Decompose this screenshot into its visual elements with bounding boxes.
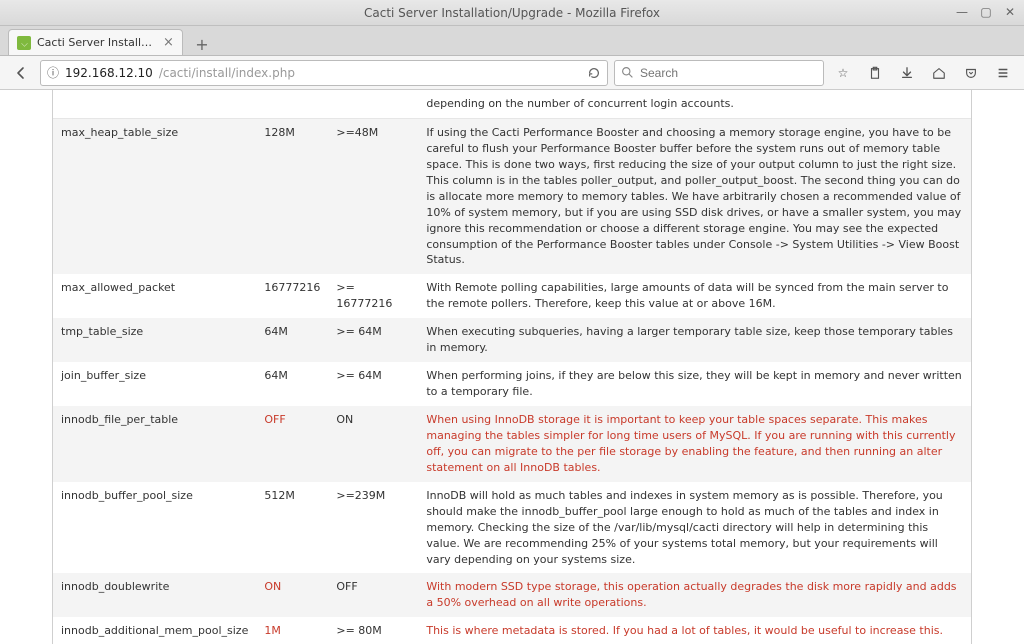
table-row: innodb_buffer_pool_size512M>=239MInnoDB … <box>53 482 971 574</box>
table-row: innodb_additional_mem_pool_size1M>= 80MT… <box>53 617 971 644</box>
reload-icon[interactable] <box>587 66 601 80</box>
cacti-favicon-icon <box>17 36 31 50</box>
window-titlebar: Cacti Server Installation/Upgrade - Mozi… <box>0 0 1024 26</box>
cell-required: OFF <box>328 573 418 617</box>
bookmark-star-icon[interactable]: ☆ <box>830 60 856 86</box>
window-title: Cacti Server Installation/Upgrade - Mozi… <box>364 6 660 20</box>
cell-name: innodb_buffer_pool_size <box>53 482 256 574</box>
cell-desc: This is where metadata is stored. If you… <box>418 617 971 644</box>
cell-value: 64M <box>256 362 328 406</box>
cell-value: 128M <box>256 118 328 274</box>
nav-toolbar: ⓘ 192.168.12.10/cacti/install/index.php … <box>0 56 1024 90</box>
site-info-icon[interactable]: ⓘ <box>47 64 59 81</box>
new-tab-button[interactable]: + <box>189 33 215 55</box>
url-path: /cacti/install/index.php <box>159 66 295 80</box>
address-bar[interactable]: ⓘ 192.168.12.10/cacti/install/index.php <box>40 60 608 86</box>
cell-desc: With Remote polling capabilities, large … <box>418 274 971 318</box>
table-row: innodb_file_per_tableOFFONWhen using Inn… <box>53 406 971 482</box>
browser-tab[interactable]: Cacti Server Installation/Up × <box>8 29 183 55</box>
table-row: max_heap_table_size128M>=48MIf using the… <box>53 118 971 274</box>
cell-desc: When performing joins, if they are below… <box>418 362 971 406</box>
config-table: depending on the number of concurrent lo… <box>53 90 971 644</box>
window-close-icon[interactable]: ✕ <box>1002 4 1018 20</box>
cell-value: OFF <box>256 406 328 482</box>
table-row-truncated: depending on the number of concurrent lo… <box>53 90 971 118</box>
window-minimize-icon[interactable]: — <box>954 4 970 20</box>
tab-bar: Cacti Server Installation/Up × + <box>0 26 1024 56</box>
cell-value: 64M <box>256 318 328 362</box>
clipboard-icon[interactable] <box>862 60 888 86</box>
cell-value: 512M <box>256 482 328 574</box>
cell-required: >= 80M <box>328 617 418 644</box>
url-host: 192.168.12.10 <box>65 66 153 80</box>
cell-name: max_allowed_packet <box>53 274 256 318</box>
cell-required: >=239M <box>328 482 418 574</box>
cell-required: >= 16777216 <box>328 274 418 318</box>
cell-name: innodb_file_per_table <box>53 406 256 482</box>
window-maximize-icon[interactable]: ▢ <box>978 4 994 20</box>
cell-value: ON <box>256 573 328 617</box>
search-bar[interactable] <box>614 60 824 86</box>
cell-value: 1M <box>256 617 328 644</box>
cell-name: tmp_table_size <box>53 318 256 362</box>
table-row: tmp_table_size64M>= 64MWhen executing su… <box>53 318 971 362</box>
pocket-icon[interactable] <box>958 60 984 86</box>
menu-icon[interactable] <box>990 60 1016 86</box>
cell-desc: When executing subqueries, having a larg… <box>418 318 971 362</box>
cell-desc: When using InnoDB storage it is importan… <box>418 406 971 482</box>
cell-required: >= 64M <box>328 362 418 406</box>
back-button[interactable] <box>8 60 34 86</box>
table-row: join_buffer_size64M>= 64MWhen performing… <box>53 362 971 406</box>
tab-close-icon[interactable]: × <box>163 35 174 50</box>
cell-desc: If using the Cacti Performance Booster a… <box>418 118 971 274</box>
page-viewport[interactable]: depending on the number of concurrent lo… <box>0 90 1024 644</box>
install-page: depending on the number of concurrent lo… <box>52 90 972 644</box>
cell-value: 16777216 <box>256 274 328 318</box>
cell-name: innodb_doublewrite <box>53 573 256 617</box>
home-icon[interactable] <box>926 60 952 86</box>
cell-desc: InnoDB will hold as much tables and inde… <box>418 482 971 574</box>
table-row: innodb_doublewriteONOFFWith modern SSD t… <box>53 573 971 617</box>
downloads-icon[interactable] <box>894 60 920 86</box>
cell-name: join_buffer_size <box>53 362 256 406</box>
table-row: max_allowed_packet16777216>= 16777216Wit… <box>53 274 971 318</box>
search-input[interactable] <box>640 66 817 80</box>
cell-required: >=48M <box>328 118 418 274</box>
tab-label: Cacti Server Installation/Up <box>37 36 157 49</box>
cell-desc: With modern SSD type storage, this opera… <box>418 573 971 617</box>
cell-desc: depending on the number of concurrent lo… <box>418 90 971 118</box>
cell-required: ON <box>328 406 418 482</box>
cell-name: innodb_additional_mem_pool_size <box>53 617 256 644</box>
cell-required: >= 64M <box>328 318 418 362</box>
search-icon <box>621 66 634 79</box>
cell-name: max_heap_table_size <box>53 118 256 274</box>
